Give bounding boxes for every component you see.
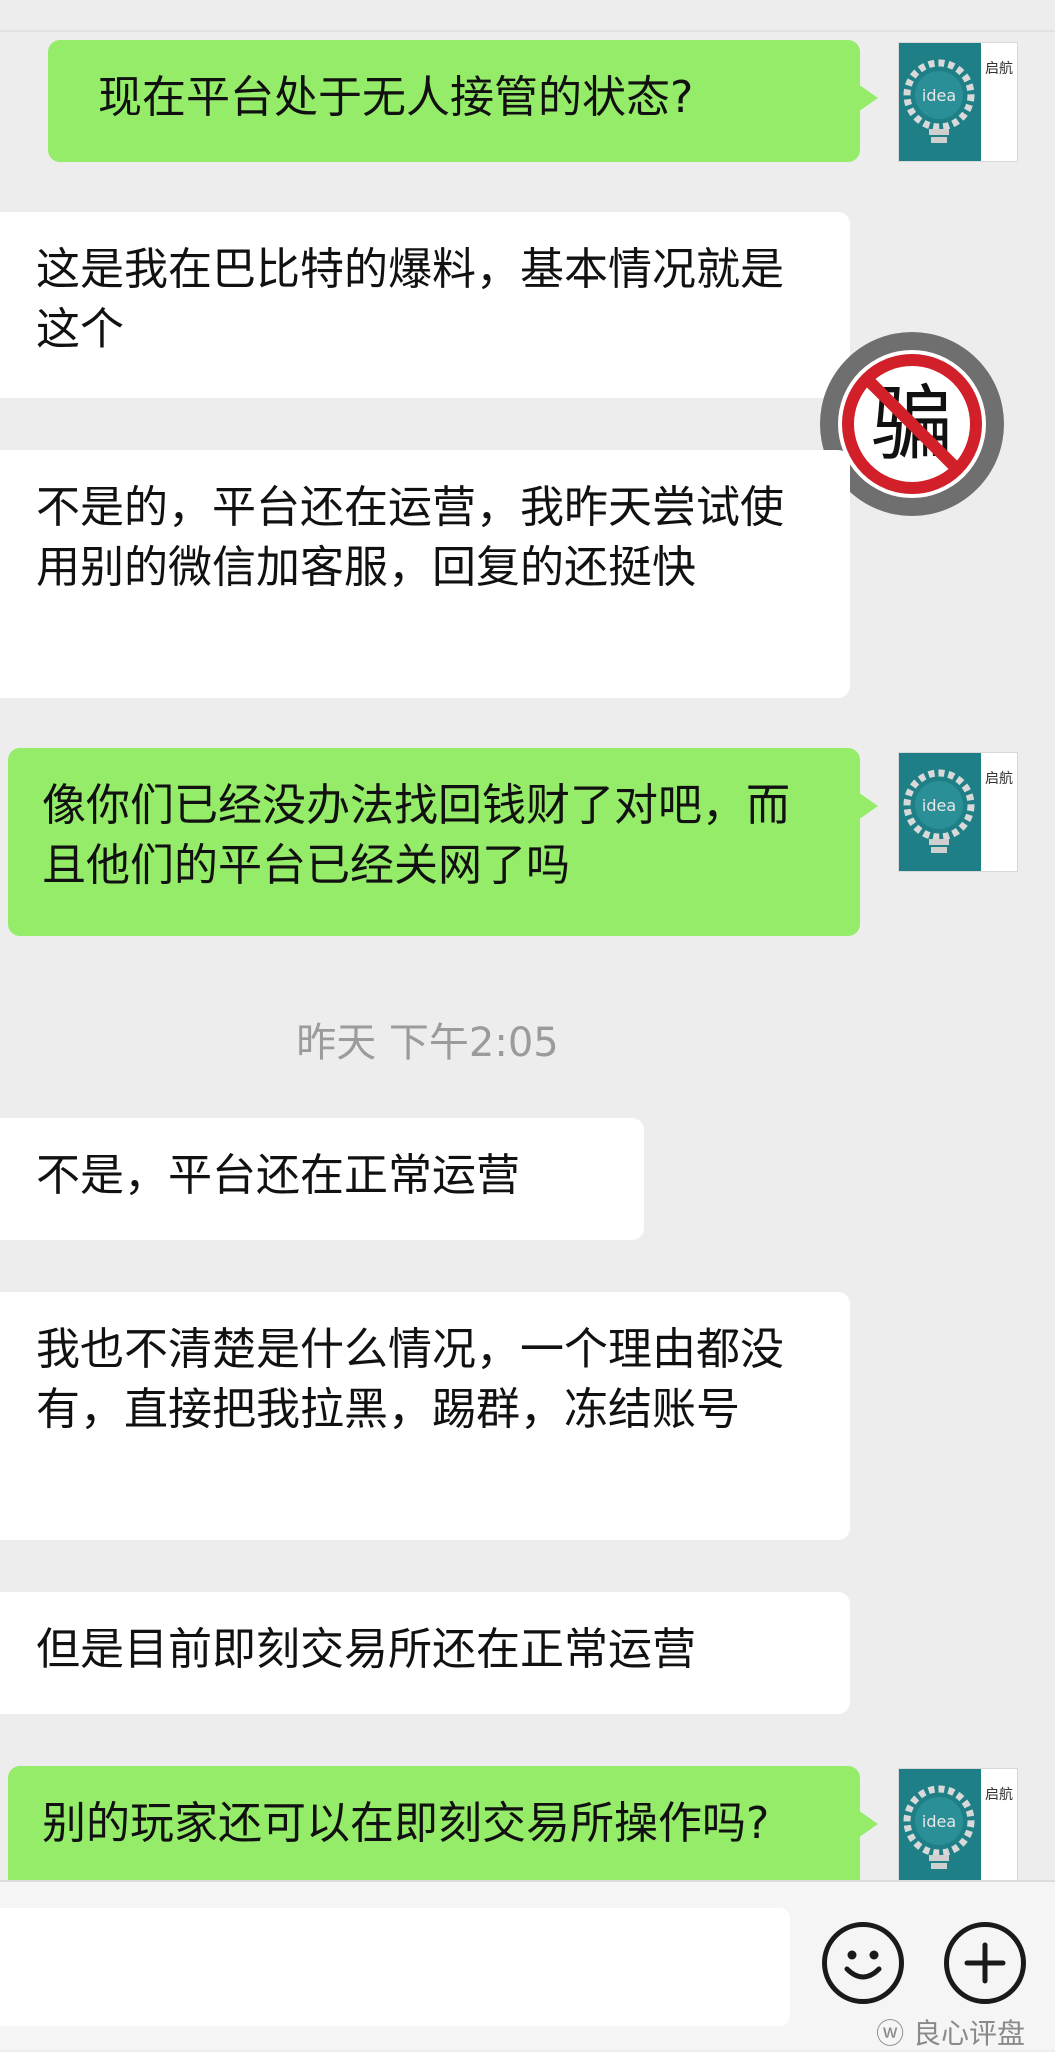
chat-area[interactable]: 现在平台处于无人接管的状态? idea 启航 这是我在巴比特的爆料，基本情况就是… <box>0 0 1055 1880</box>
svg-text:idea: idea <box>922 1812 956 1831</box>
emoji-icon <box>844 1950 882 1980</box>
message-input[interactable] <box>0 1908 790 2026</box>
svg-text:启航: 启航 <box>985 61 1013 77</box>
message-bubble-received[interactable]: 这是我在巴比特的爆料，基本情况就是这个 <box>0 212 850 398</box>
watermark-icon: ⓦ <box>876 2017 905 2050</box>
message-text: 像你们已经没办法找回钱财了对吧，而且他们的平台已经关网了吗 <box>42 780 790 891</box>
svg-text:idea: idea <box>922 796 956 815</box>
avatar[interactable]: idea 启航 <box>898 752 1018 872</box>
message-bubble-received[interactable]: 不是的，平台还在运营，我昨天尝试使用别的微信加客服，回复的还挺快 <box>0 450 850 698</box>
message-text: 现在平台处于无人接管的状态? <box>98 72 694 123</box>
message-bubble-sent[interactable]: 现在平台处于无人接管的状态? <box>48 40 878 162</box>
message-bubble-received[interactable]: 但是目前即刻交易所还在正常运营 <box>0 1592 850 1714</box>
message-text: 但是目前即刻交易所还在正常运营 <box>36 1624 696 1675</box>
avatar-image: idea 启航 <box>899 1769 1013 1880</box>
watermark-text: 良心评盘 <box>912 2017 1025 2050</box>
message-bubble-sent[interactable]: 像你们已经没办法找回钱财了对吧，而且他们的平台已经关网了吗 <box>8 748 878 936</box>
message-text: 不是的，平台还在运营，我昨天尝试使用别的微信加客服，回复的还挺快 <box>36 482 784 593</box>
timestamp: 昨天 下午2:05 <box>296 1020 559 1066</box>
message-text: 不是，平台还在正常运营 <box>36 1150 520 1201</box>
message-text: 这是我在巴比特的爆料，基本情况就是这个 <box>36 244 784 355</box>
watermark: ⓦ 良心评盘 <box>876 2012 1025 2052</box>
message-bubble-sent[interactable]: 别的玩家还可以在即刻交易所操作吗? <box>8 1766 878 1880</box>
message-bubble-received[interactable]: 我也不清楚是什么情况，一个理由都没有，直接把我拉黑，踢群，冻结账号 <box>0 1292 850 1540</box>
avatar[interactable]: idea 启航 <box>898 42 1018 162</box>
plus-icon <box>964 1942 1006 1984</box>
plus-button[interactable] <box>944 1922 1026 2004</box>
message-text: 别的玩家还可以在即刻交易所操作吗? <box>42 1798 770 1849</box>
avatar-image: idea 启航 <box>899 753 1013 871</box>
svg-text:启航: 启航 <box>985 771 1013 787</box>
avatar-image: idea 启航 <box>899 43 1013 161</box>
message-text: 我也不清楚是什么情况，一个理由都没有，直接把我拉黑，踢群，冻结账号 <box>36 1324 784 1435</box>
emoji-button[interactable] <box>822 1922 904 2004</box>
svg-text:idea: idea <box>922 86 956 105</box>
message-bubble-received[interactable]: 不是，平台还在正常运营 <box>0 1118 644 1240</box>
svg-text:启航: 启航 <box>985 1787 1013 1803</box>
avatar[interactable]: idea 启航 <box>898 1768 1018 1880</box>
